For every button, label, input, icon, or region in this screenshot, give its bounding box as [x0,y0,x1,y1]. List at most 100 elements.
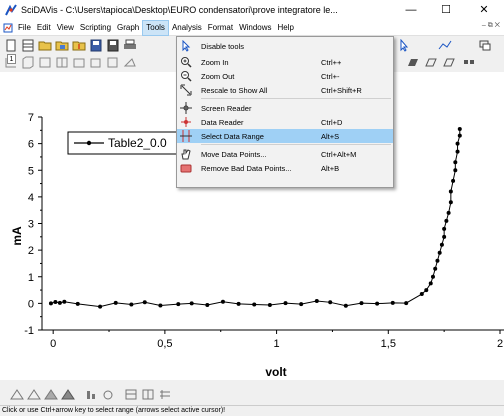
tools-menu-item[interactable]: Screen Reader [177,101,393,115]
zoom-out-icon [181,71,192,82]
bars3d-plot-icon[interactable] [424,56,438,69]
matrix-contour-icon[interactable] [158,388,172,401]
open-folder-icon[interactable] [38,39,52,52]
tools-menu-item-shortcut: Ctrl+D [321,117,343,127]
menu-tools[interactable]: Tools [142,19,169,36]
column-plot-icon[interactable] [72,56,86,69]
tools-menu-item[interactable]: Data Reader Ctrl+D [177,115,393,129]
data-point [448,200,453,205]
data-point [451,178,456,183]
scatter-plot-icon[interactable] [21,56,35,69]
data-point [205,302,210,307]
data-point [457,133,462,138]
data-point [75,301,80,306]
data-point [267,302,272,307]
window-number-tab[interactable]: 1 [7,54,16,64]
data-point [433,266,438,271]
tools-menu-item[interactable]: Zoom In Ctrl++ [177,55,393,69]
data-point [442,226,447,231]
import-icon[interactable] [72,39,86,52]
data-point [424,288,429,293]
minimize-button[interactable]: — [397,2,425,18]
hand-icon [181,149,191,160]
layer-icon[interactable] [478,39,492,52]
tools-menu-item-label: Screen Reader [201,103,252,113]
data-point [343,303,348,308]
tools-menu-item-label: Move Data Points... [201,149,267,159]
pie-plot-icon[interactable] [89,56,103,69]
3d-plot-c-icon[interactable] [44,388,58,401]
3d-plot-a-icon[interactable] [10,388,24,401]
data-point [328,300,333,305]
tools-menu-item[interactable]: Disable tools [177,39,393,53]
tools-menu-item-label: Zoom Out [201,71,235,81]
add-function-icon[interactable] [438,39,452,52]
status-bar: Click or use Ctrl+arrow key to select ra… [0,405,504,416]
doc-icon [3,23,13,32]
menu-file[interactable]: File [15,21,34,35]
menu-view[interactable]: View [54,21,77,35]
save-icon[interactable] [89,39,103,52]
menu-scripting[interactable]: Scripting [77,21,114,35]
rescale-icon [180,84,192,96]
x-tick-label: 0 [50,338,56,350]
data-point [129,302,134,307]
save-as-icon[interactable] [106,39,120,52]
legend[interactable]: Table2_0.0 [67,131,179,155]
vector-plot-icon[interactable] [106,56,120,69]
menu-windows[interactable]: Windows [236,21,274,35]
menu-graph[interactable]: Graph [114,21,142,35]
wireframe-plot-icon[interactable] [442,56,456,69]
surface-plot-icon[interactable] [123,56,137,69]
tools-menu-item[interactable]: Rescale to Show All Ctrl+Shift+R [177,83,393,97]
new-table-icon[interactable] [21,39,35,52]
tools-menu: Disable tools Zoom In Ctrl++ Zoom Out Ctrl+-… [176,36,394,188]
menu-bar: File Edit View Scripting Graph Tools Ana… [0,19,504,36]
menu-help[interactable]: Help [275,21,297,35]
area-plot-icon[interactable] [38,56,52,69]
3d-plot-b-icon[interactable] [27,388,41,401]
data-range-icon [180,130,192,142]
scatter3d-plot-icon[interactable] [462,56,476,69]
legend-marker [86,140,92,146]
data-point [455,141,460,146]
mdi-window-controls[interactable]: – ⧉ ✕ [482,22,500,30]
eraser-icon [180,164,192,173]
print-icon[interactable] [123,39,137,52]
data-point [48,301,53,306]
menu-analysis[interactable]: Analysis [169,21,205,35]
3d-bars-icon[interactable] [84,388,98,401]
tools-menu-item-label: Select Data Range [201,131,264,141]
data-point [404,301,409,306]
pointer-tool-icon[interactable] [397,39,411,52]
open-template-icon[interactable] [55,39,69,52]
tools-menu-item[interactable]: Zoom Out Ctrl+- [177,69,393,83]
menu-format[interactable]: Format [205,21,236,35]
y-tick-label: 5 [28,165,34,177]
tools-menu-item[interactable]: Remove Bad Data Points... Alt+B [177,161,393,175]
maximize-button[interactable]: ☐ [432,2,460,18]
data-point [189,301,194,306]
x-tick-label: 0,5 [157,338,172,350]
tools-menu-item-label: Rescale to Show All [201,85,268,95]
data-point [314,298,319,303]
new-project-icon[interactable] [4,39,18,52]
tools-menu-item[interactable]: Move Data Points... Ctrl+Alt+M [177,147,393,161]
data-point [299,302,304,307]
data-point [53,300,58,305]
tools-menu-item-shortcut: Ctrl+Shift+R [321,85,362,95]
tools-menu-item[interactable]: Select Data Range Alt+S [177,129,393,143]
matrix-gray-icon[interactable] [141,388,155,401]
3d-plot-d-icon[interactable] [61,388,75,401]
data-point [142,300,147,305]
matrix-image-icon[interactable] [124,388,138,401]
bar-plot-icon[interactable] [55,56,69,69]
x-tick-label: 2 [497,338,503,350]
y-tick-label: 2 [28,245,34,257]
menu-separator [201,144,391,145]
ribbon-plot-icon[interactable] [406,56,420,69]
3d-pie-icon[interactable] [101,388,115,401]
close-button[interactable]: ✕ [470,2,498,18]
menu-edit[interactable]: Edit [34,21,54,35]
tools-menu-item-shortcut: Alt+S [321,131,340,141]
